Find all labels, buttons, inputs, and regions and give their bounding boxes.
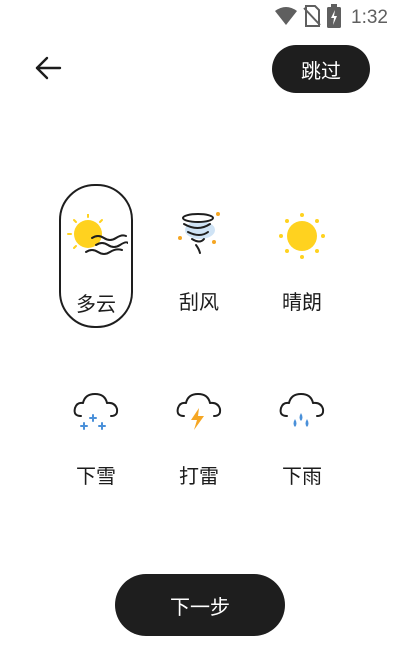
back-button[interactable] [30, 50, 66, 86]
weather-label: 下雪 [76, 464, 116, 488]
weather-label: 刮风 [179, 290, 219, 314]
skip-button[interactable]: 跳过 [272, 45, 370, 93]
cloud-lightning-icon [176, 393, 222, 430]
next-step-button[interactable]: 下一步 [115, 574, 285, 636]
cloud-snow-icon [73, 393, 119, 430]
weather-option-thunder[interactable]: 打雷 [162, 380, 236, 490]
weather-label: 多云 [76, 292, 116, 316]
status-bar: 1:32 [0, 0, 400, 36]
weather-label: 打雷 [179, 464, 219, 488]
status-icons: 1:32 [275, 4, 388, 32]
cloud-rain-icon [279, 393, 325, 427]
weather-option-snow[interactable]: 下雪 [59, 380, 133, 490]
status-time: 1:32 [351, 7, 388, 28]
sun-icon [279, 213, 325, 259]
arrow-left-icon [35, 56, 62, 80]
weather-option-cloudy[interactable]: 多云 [59, 184, 133, 328]
tornado-icon [178, 212, 220, 254]
weather-label: 下雨 [282, 464, 322, 488]
no-sim-icon [303, 5, 321, 31]
battery-charging-icon [327, 4, 342, 32]
weather-option-windy[interactable]: 刮风 [162, 184, 236, 328]
sun-with-wind-icon [67, 214, 128, 255]
wifi-icon [275, 6, 298, 30]
weather-option-rain[interactable]: 下雨 [265, 380, 339, 490]
weather-label: 晴朗 [282, 290, 322, 314]
weather-option-sunny[interactable]: 晴朗 [265, 184, 339, 328]
